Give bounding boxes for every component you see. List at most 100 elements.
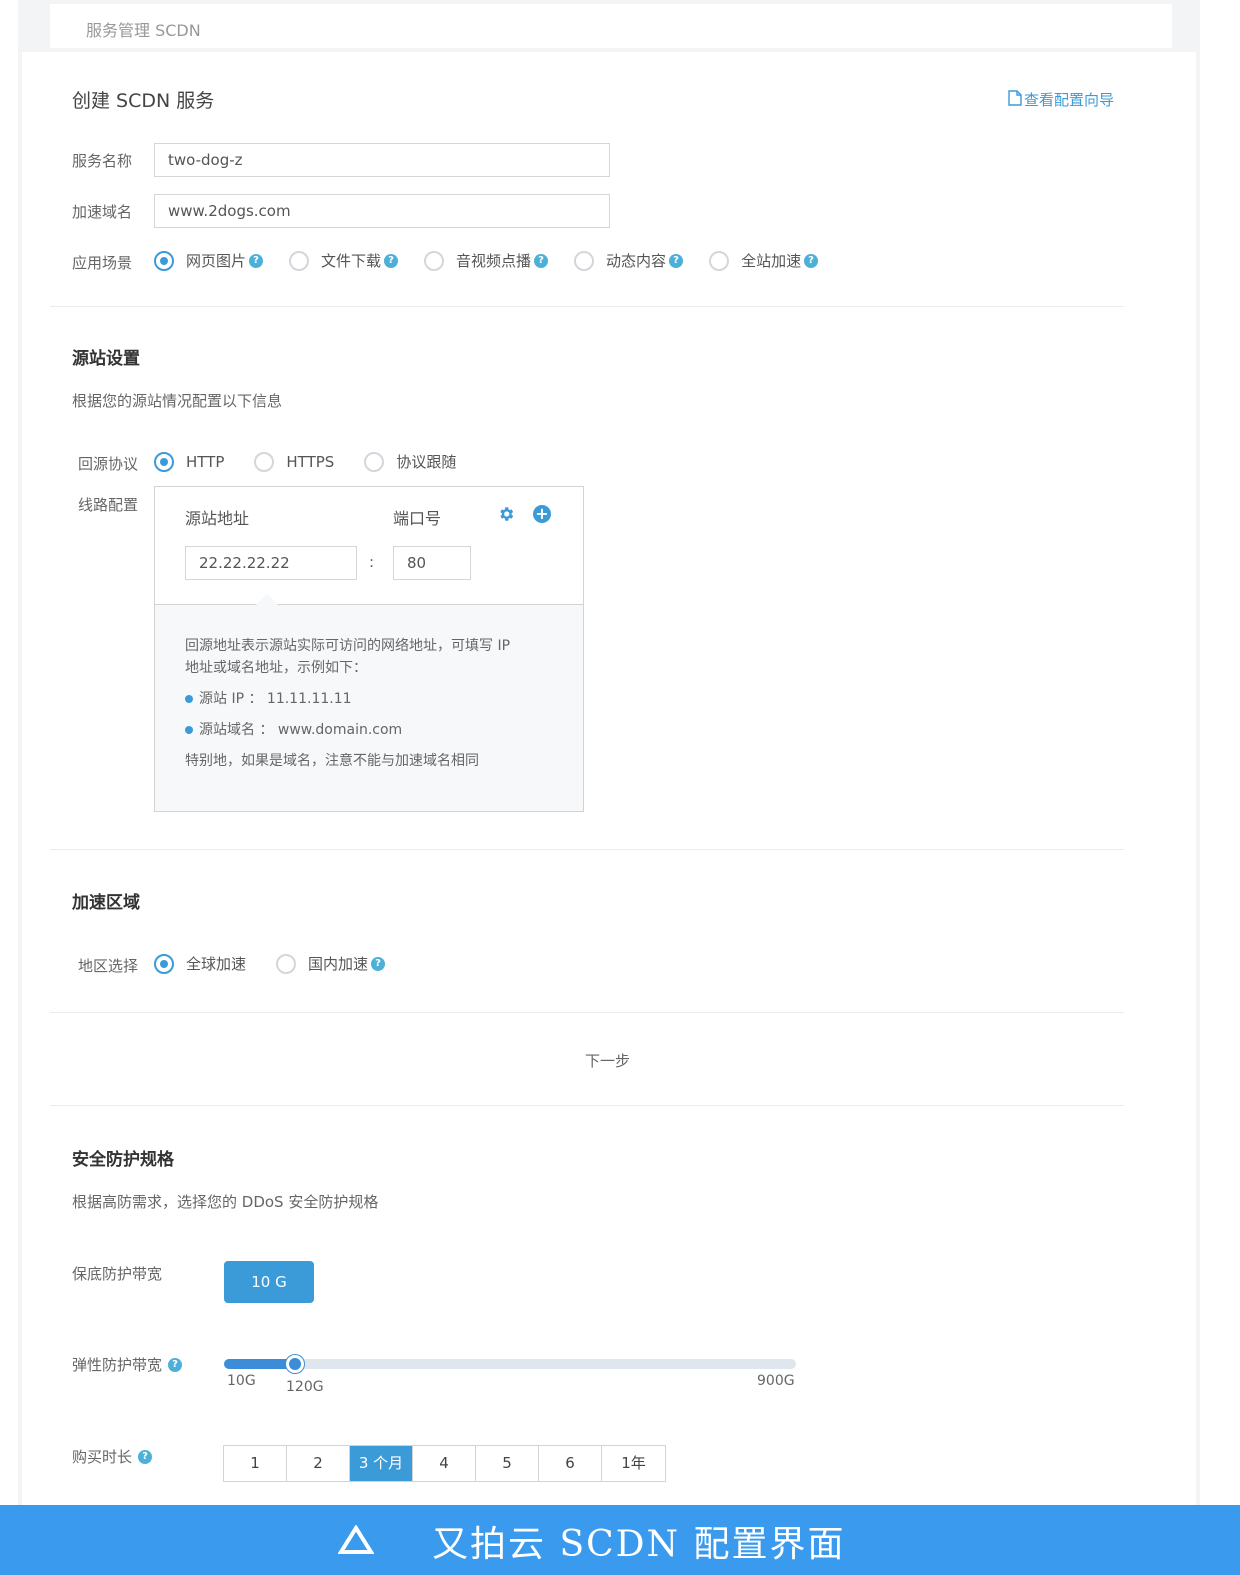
- region-label: 地区选择: [78, 957, 139, 975]
- duration-option[interactable]: 1年: [602, 1446, 665, 1481]
- duration-option[interactable]: 5: [476, 1446, 539, 1481]
- tip-note: 特别地，如果是域名，注意不能与加速域名相同: [185, 753, 479, 769]
- tip-line-2: 地址或域名地址，示例如下：: [185, 660, 367, 676]
- protocol-option-http[interactable]: HTTP: [154, 451, 224, 472]
- radio-unchecked[interactable]: [364, 451, 385, 472]
- next-step-button[interactable]: 下一步: [585, 1050, 630, 1071]
- region-option-domestic[interactable]: 国内加速 ?: [276, 953, 386, 974]
- bullet-icon: [185, 695, 193, 703]
- colon-separator: :: [369, 553, 375, 571]
- radio-checked[interactable]: [154, 451, 174, 472]
- caption-text: 又拍云 SCDN 配置界面: [432, 1524, 846, 1565]
- service-name-label: 服务名称: [72, 152, 133, 170]
- radio-unchecked[interactable]: [254, 451, 275, 472]
- help-icon[interactable]: ?: [249, 253, 264, 268]
- tip-ip-example: 源站 IP ： 11.11.11.11: [185, 688, 352, 710]
- protocol-option-follow[interactable]: 协议跟随: [364, 451, 456, 472]
- scenario-option-dynamic-content[interactable]: 动态内容 ?: [574, 250, 684, 271]
- origin-section-description: 根据您的源站情况配置以下信息: [72, 392, 283, 410]
- origin-section-title: 源站设置: [72, 349, 140, 369]
- scenario-option-full-site[interactable]: 全站加速 ?: [709, 250, 819, 271]
- region-radio-group: 全球加速 国内加速 ?: [154, 953, 411, 974]
- guide-doc-icon: [1008, 89, 1022, 110]
- tip-domain-example: 源站域名 ： www.domain.com: [185, 719, 402, 741]
- protocol-radio-group: HTTP HTTPS 协议跟随: [154, 451, 482, 472]
- top-bar: 服务管理 SCDN: [50, 4, 1172, 48]
- base-bandwidth-label: 保底防护带宽: [72, 1265, 163, 1283]
- scenario-option-file-download[interactable]: 文件下载 ?: [289, 250, 399, 271]
- add-line-icon[interactable]: +: [533, 505, 551, 523]
- security-section-description: 根据高防需求，选择您的 DDoS 安全防护规格: [72, 1193, 379, 1211]
- triangle-icon: [337, 1524, 375, 1559]
- scenario-option-label: 全站加速: [741, 252, 802, 270]
- domain-input[interactable]: www.2dogs.com: [154, 194, 610, 228]
- line-config-label: 线路配置: [78, 496, 139, 514]
- duration-option[interactable]: 1: [224, 1446, 287, 1481]
- protocol-label: 回源协议: [78, 455, 139, 473]
- origin-config-box: 源站地址 端口号 + 22.22.22.22 : 80 回源地址表示源站实际可访…: [154, 486, 584, 812]
- duration-option-selected[interactable]: 3 个月: [350, 1446, 413, 1481]
- origin-address-header: 源站地址: [185, 509, 250, 528]
- gear-icon[interactable]: [497, 505, 515, 523]
- radio-unchecked[interactable]: [424, 250, 445, 271]
- radio-unchecked[interactable]: [276, 953, 297, 974]
- guide-link-label: 查看配置向导: [1024, 91, 1115, 109]
- protocol-option-label: 协议跟随: [396, 453, 457, 471]
- slider-max-label: 900G: [757, 1373, 795, 1389]
- duration-selector: 1 2 3 个月 4 5 6 1年: [223, 1445, 666, 1482]
- help-icon[interactable]: ?: [804, 253, 819, 268]
- origin-address-input[interactable]: 22.22.22.22: [185, 546, 357, 580]
- scenario-option-label: 音视频点播: [456, 252, 532, 270]
- help-icon[interactable]: ?: [371, 956, 386, 971]
- base-bandwidth-button[interactable]: 10 G: [224, 1261, 314, 1303]
- region-section-title: 加速区域: [72, 893, 140, 913]
- security-section-title: 安全防护规格: [72, 1150, 174, 1170]
- duration-option[interactable]: 6: [539, 1446, 602, 1481]
- divider: [50, 1105, 1124, 1106]
- elastic-bandwidth-slider[interactable]: [224, 1355, 796, 1373]
- help-icon[interactable]: ?: [669, 253, 684, 268]
- divider: [50, 306, 1124, 307]
- elastic-bandwidth-label: 弹性防护带宽: [72, 1356, 163, 1374]
- region-option-global[interactable]: 全球加速: [154, 953, 246, 974]
- duration-label-row: 购买时长 ?: [72, 1446, 153, 1467]
- protocol-option-https[interactable]: HTTPS: [254, 451, 334, 472]
- region-option-label: 全球加速: [186, 955, 247, 973]
- radio-checked[interactable]: [154, 953, 174, 974]
- duration-label: 购买时长: [72, 1448, 133, 1466]
- elastic-bandwidth-label-row: 弹性防护带宽 ?: [72, 1354, 183, 1375]
- scenario-option-label: 动态内容: [606, 252, 667, 270]
- radio-unchecked[interactable]: [574, 250, 595, 271]
- origin-tip-panel: 回源地址表示源站实际可访问的网络地址，可填写 IP 地址或域名地址，示例如下： …: [155, 605, 583, 811]
- config-guide-link[interactable]: 查看配置向导: [1008, 89, 1114, 110]
- radio-checked[interactable]: [154, 250, 174, 271]
- slider-current-label: 120G: [286, 1379, 324, 1395]
- slider-fill: [224, 1359, 295, 1369]
- slider-handle[interactable]: [285, 1355, 304, 1373]
- scenario-label: 应用场景: [72, 254, 133, 272]
- caption-bar: 又拍云 SCDN 配置界面: [0, 1505, 1240, 1575]
- help-icon[interactable]: ?: [168, 1357, 183, 1372]
- help-icon[interactable]: ?: [138, 1449, 153, 1464]
- domain-label: 加速域名: [72, 203, 133, 221]
- page-title: 创建 SCDN 服务: [72, 90, 215, 112]
- radio-unchecked[interactable]: [709, 250, 730, 271]
- tip-domain-text: 源站域名 ： www.domain.com: [199, 722, 403, 738]
- duration-option[interactable]: 2: [287, 1446, 350, 1481]
- duration-option[interactable]: 4: [413, 1446, 476, 1481]
- tip-line-1: 回源地址表示源站实际可访问的网络地址，可填写 IP: [185, 638, 511, 654]
- scenario-radio-group: 网页图片 ? 文件下载 ? 音视频点播 ? 动态内容 ? 全站加速 ?: [154, 250, 844, 271]
- scenario-option-web-images[interactable]: 网页图片 ?: [154, 250, 264, 271]
- scenario-option-av-vod[interactable]: 音视频点播 ?: [424, 250, 549, 271]
- service-name-input[interactable]: two-dog-z: [154, 143, 610, 177]
- port-input[interactable]: 80: [393, 546, 471, 580]
- slider-min-label: 10G: [227, 1373, 256, 1389]
- help-icon[interactable]: ?: [384, 253, 399, 268]
- scenario-option-label: 文件下载: [321, 252, 382, 270]
- help-icon[interactable]: ?: [534, 253, 549, 268]
- tip-ip-text: 源站 IP ： 11.11.11.11: [199, 691, 352, 707]
- divider: [50, 849, 1124, 850]
- port-header: 端口号: [393, 509, 442, 528]
- radio-unchecked[interactable]: [289, 250, 310, 271]
- scenario-option-label: 网页图片: [186, 252, 247, 270]
